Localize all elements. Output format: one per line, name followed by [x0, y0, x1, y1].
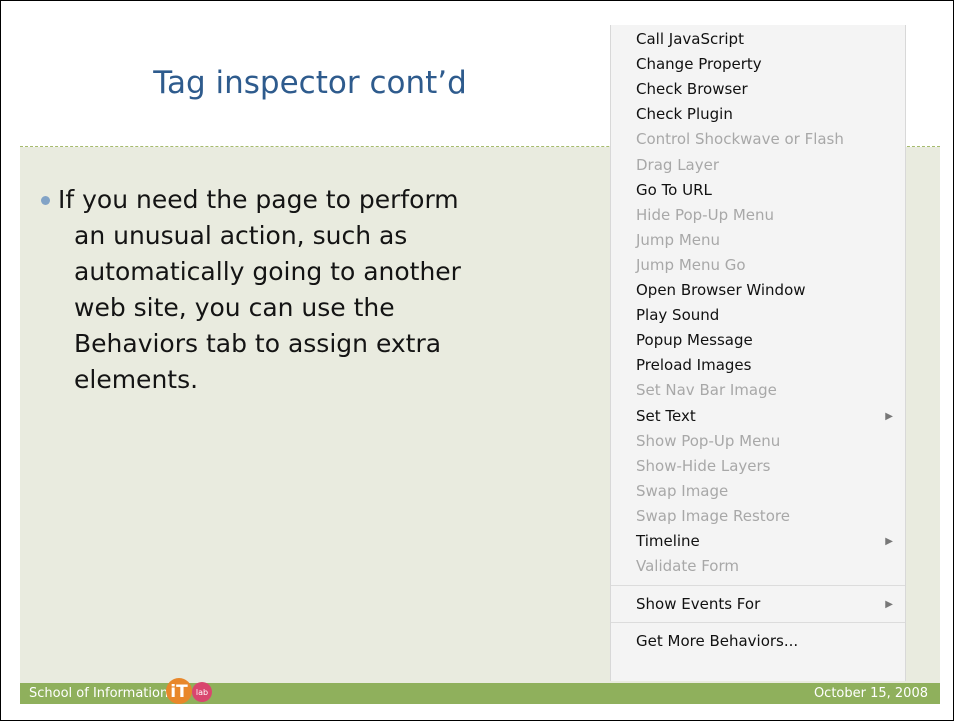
- menu-item-label: Timeline: [636, 532, 700, 550]
- bullet-line: an unusual action, such as: [74, 221, 408, 250]
- behaviors-context-menu: Call JavaScript Change Property Check Brow…: [611, 25, 905, 681]
- logo-text: iT: [170, 682, 188, 702]
- menu-item-label: Set Nav Bar Image: [636, 381, 777, 400]
- bullet-line: If you need the page to perform: [58, 185, 459, 214]
- menu-item[interactable]: Open Browser Window: [611, 278, 905, 303]
- menu-item[interactable]: Play Sound: [611, 303, 905, 328]
- bullet-line: elements.: [74, 365, 199, 394]
- menu-item: Hide Pop-Up Menu: [611, 203, 905, 228]
- menu-item: Swap Image Restore: [611, 504, 905, 529]
- bullet-line: Behaviors tab to assign extra: [74, 329, 442, 358]
- menu-item-label: Hide Pop-Up Menu: [636, 205, 775, 224]
- menu-item: Show-Hide Layers: [611, 454, 905, 479]
- submenu-arrow-icon: ▶: [885, 536, 893, 547]
- logo-badge-text: lab: [196, 688, 208, 697]
- bullet-dot-icon: [41, 196, 50, 205]
- menu-item: Validate Form: [611, 554, 905, 579]
- menu-item[interactable]: Get More Behaviors...: [611, 629, 905, 654]
- menu-item-label: Show Events For: [636, 595, 761, 614]
- bullet-point: If you need the page to perform an unusu…: [41, 182, 598, 398]
- menu-item[interactable]: Timeline ▶: [611, 529, 905, 554]
- submenu-arrow-icon: ▶: [885, 599, 893, 611]
- menu-item-label: Show Pop-Up Menu: [636, 431, 781, 450]
- footer-bar: School of Information iT lab October 15,…: [20, 678, 940, 704]
- menu-item-label: Validate Form: [636, 557, 740, 576]
- menu-item[interactable]: Call JavaScript: [611, 27, 905, 52]
- menu-item-label: Preload Images: [636, 356, 752, 375]
- menu-item-label: Get More Behaviors...: [636, 632, 799, 651]
- bullet-line: automatically going to another: [74, 257, 461, 286]
- slide: Tag inspector cont’d If you need the pag…: [0, 0, 954, 721]
- menu-item-label: Go To URL: [636, 180, 712, 199]
- menu-item-label: Open Browser Window: [636, 281, 806, 299]
- menu-item: Control Shockwave or Flash: [611, 127, 905, 152]
- menu-item-label: Jump Menu Go: [636, 255, 746, 274]
- menu-item[interactable]: Check Browser: [611, 77, 905, 102]
- submenu-arrow-icon: ▶: [885, 410, 893, 422]
- menu-separator: [611, 622, 905, 624]
- menu-item-label: Swap Image Restore: [636, 506, 790, 525]
- menu-item[interactable]: Change Property: [611, 52, 905, 77]
- menu-item: Jump Menu Go: [611, 253, 905, 278]
- menu-item: Set Nav Bar Image: [611, 378, 905, 403]
- menu-item: Drag Layer: [611, 153, 905, 178]
- itlab-logo-icon: iT lab: [166, 678, 212, 704]
- menu-item[interactable]: Popup Message: [611, 328, 905, 353]
- menu-item-label: Change Property: [636, 55, 762, 74]
- menu-item-label: Jump Menu: [636, 230, 721, 249]
- slide-title: Tag inspector cont’d: [153, 65, 467, 101]
- menu-item-label: Popup Message: [636, 331, 753, 350]
- menu-separator: [611, 585, 905, 587]
- menu-item[interactable]: Set Text ▶: [611, 404, 905, 429]
- footer-date: October 15, 2008: [813, 686, 928, 701]
- menu-item-label: Set Text: [636, 406, 696, 425]
- footer-school-text: School of Information: [29, 686, 169, 701]
- menu-item[interactable]: Check Plugin: [611, 102, 905, 127]
- menu-item: Swap Image: [611, 479, 905, 504]
- menu-item[interactable]: Show Events For ▶: [611, 592, 905, 617]
- menu-item[interactable]: Go To URL: [611, 178, 905, 203]
- menu-item: Jump Menu: [611, 228, 905, 253]
- menu-item-label: Play Sound: [636, 306, 720, 325]
- menu-item-label: Show-Hide Layers: [636, 456, 771, 475]
- menu-item-label: Check Plugin: [636, 105, 733, 124]
- bullet-line: web site, you can use the: [74, 293, 395, 322]
- menu-item-label: Control Shockwave or Flash: [636, 130, 844, 149]
- menu-item[interactable]: Preload Images: [611, 353, 905, 378]
- menu-item: Show Pop-Up Menu: [611, 429, 905, 454]
- menu-item-label: Swap Image: [636, 481, 729, 500]
- menu-item-label: Check Browser: [636, 80, 748, 99]
- menu-item-label: Drag Layer: [636, 155, 720, 174]
- menu-item-label: Call JavaScript: [636, 30, 744, 48]
